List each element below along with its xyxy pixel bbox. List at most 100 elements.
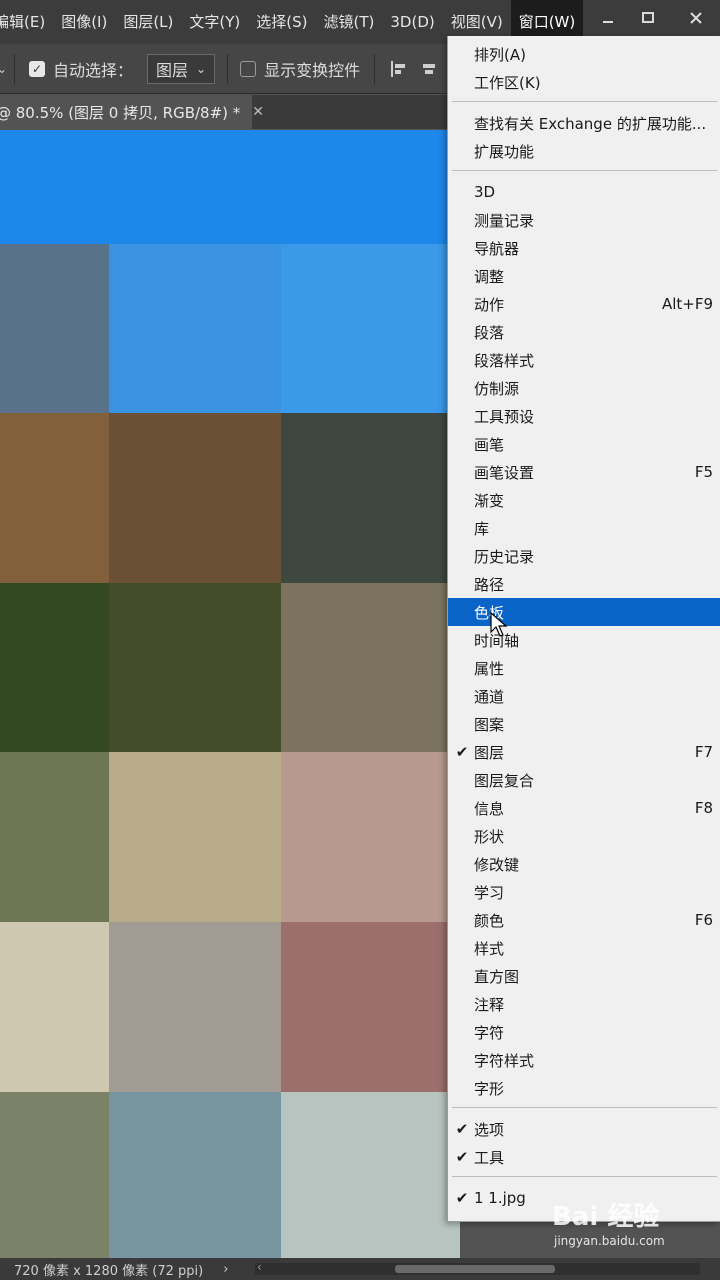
menu-item-label: 图层复合 bbox=[474, 771, 535, 790]
menu-item-label: 选项 bbox=[474, 1120, 505, 1139]
color-swatch-cell bbox=[281, 1092, 460, 1260]
color-swatch-cell bbox=[281, 922, 460, 1092]
window-menu-item[interactable]: ✔ 工具 bbox=[448, 1143, 720, 1171]
menu-item[interactable]: 选择(S) bbox=[248, 0, 315, 44]
document-tab[interactable]: @ 80.5% (图层 0 拷贝, RGB/8#) * ✕ bbox=[0, 95, 264, 129]
chevron-down-icon: ⌄ bbox=[196, 61, 207, 76]
menu-item-label: 工作区(K) bbox=[474, 73, 541, 92]
window-menu-item[interactable]: 直方图 bbox=[448, 962, 720, 990]
color-swatch-cell bbox=[281, 583, 460, 752]
window-menu-item[interactable]: 样式 bbox=[448, 934, 720, 962]
menu-item[interactable]: 图像(I) bbox=[53, 0, 115, 44]
document-tab-title: @ 80.5% (图层 0 拷贝, RGB/8#) * bbox=[0, 103, 241, 122]
minimize-icon[interactable] bbox=[588, 0, 628, 36]
menu-item-label: 图层 bbox=[474, 743, 505, 762]
window-menu-item[interactable]: 学习 bbox=[448, 878, 720, 906]
window-menu-item[interactable]: 属性 bbox=[448, 654, 720, 682]
menu-item-label: 段落样式 bbox=[474, 351, 535, 370]
color-swatch-cell bbox=[109, 244, 281, 413]
window-menu-item[interactable]: ✔ 图层 F7 bbox=[448, 738, 720, 766]
window-menu-item[interactable]: 扩展功能 bbox=[448, 137, 720, 165]
window-menu-item[interactable]: 画笔 bbox=[448, 430, 720, 458]
menu-separator bbox=[452, 170, 717, 171]
canvas[interactable] bbox=[0, 130, 460, 1260]
menu-item[interactable]: 3D(D) bbox=[382, 0, 442, 44]
menu-item-label: 动作 bbox=[474, 295, 505, 314]
auto-select-checkbox[interactable]: ✓ bbox=[29, 60, 45, 77]
menu-item-label: 修改键 bbox=[474, 855, 520, 874]
color-swatch-cell bbox=[0, 752, 109, 922]
window-menu-item[interactable]: 排列(A) bbox=[448, 40, 720, 68]
window-menu-item[interactable]: 工作区(K) bbox=[448, 68, 720, 96]
window-menu-item[interactable]: 形状 bbox=[448, 822, 720, 850]
window-menu-item[interactable]: 工具预设 bbox=[448, 402, 720, 430]
window-menu-item[interactable]: 调整 bbox=[448, 262, 720, 290]
menu-item[interactable]: 编辑(E) bbox=[0, 0, 53, 44]
window-menu-item[interactable]: 仿制源 bbox=[448, 374, 720, 402]
window-menu-item[interactable]: 导航器 bbox=[448, 234, 720, 262]
color-swatch-cell bbox=[109, 413, 281, 583]
menu-item[interactable]: 滤镜(T) bbox=[316, 0, 383, 44]
window-menu-item[interactable]: 通道 bbox=[448, 682, 720, 710]
menu-item-label: 工具预设 bbox=[474, 407, 535, 426]
chevron-right-icon[interactable]: › bbox=[223, 1262, 228, 1277]
menu-item-label: 字符样式 bbox=[474, 1051, 535, 1070]
window-menu-item[interactable]: 字符 bbox=[448, 1018, 720, 1046]
window-menu-item[interactable]: 段落 bbox=[448, 318, 720, 346]
window-menu-item[interactable]: 查找有关 Exchange 的扩展功能... bbox=[448, 109, 720, 137]
menu-item-label: 属性 bbox=[474, 659, 505, 678]
window-menu-item[interactable]: 3D bbox=[448, 178, 720, 206]
show-transform-checkbox[interactable] bbox=[240, 60, 257, 77]
color-swatch-cell bbox=[281, 130, 460, 244]
scrollbar-thumb[interactable] bbox=[395, 1265, 555, 1273]
menu-item-label: 字符 bbox=[474, 1023, 505, 1042]
window-menu-item[interactable]: 字符样式 bbox=[448, 1046, 720, 1074]
window-menu-item[interactable]: 历史记录 bbox=[448, 542, 720, 570]
chevron-down-icon[interactable]: ⌄ bbox=[0, 62, 8, 76]
window-menu-item[interactable]: 颜色 F6 bbox=[448, 906, 720, 934]
checkmark-icon: ✔ bbox=[455, 743, 469, 761]
window-menu-item[interactable]: 字形 bbox=[448, 1074, 720, 1102]
window-menu-item[interactable]: 测量记录 bbox=[448, 206, 720, 234]
menu-item-label: 画笔设置 bbox=[474, 463, 535, 482]
divider bbox=[227, 53, 229, 84]
horizontal-scrollbar[interactable]: ‹ bbox=[255, 1260, 700, 1275]
menu-item-label: 样式 bbox=[474, 939, 505, 958]
chevron-left-icon[interactable]: ‹ bbox=[257, 1260, 262, 1274]
show-transform-label: 显示变换控件 bbox=[264, 60, 361, 80]
color-swatch-cell bbox=[0, 130, 109, 244]
color-swatch-cell bbox=[0, 413, 109, 583]
align-center-icon[interactable] bbox=[419, 59, 439, 79]
close-tab-icon[interactable]: ✕ bbox=[252, 104, 264, 120]
window-menu-item[interactable]: 动作 Alt+F9 bbox=[448, 290, 720, 318]
window-menu-item[interactable]: 画笔设置 F5 bbox=[448, 458, 720, 486]
menu-item-label: 工具 bbox=[474, 1148, 505, 1167]
window-menu-item[interactable]: 图案 bbox=[448, 710, 720, 738]
maximize-icon[interactable] bbox=[628, 0, 668, 36]
auto-select-target-dropdown[interactable]: 图层 ⌄ bbox=[147, 53, 216, 84]
menu-item-label: 字形 bbox=[474, 1079, 505, 1098]
menu-item-label: 历史记录 bbox=[474, 547, 535, 566]
watermark-url: jingyan.baidu.com bbox=[554, 1234, 665, 1248]
menu-item-label: 画笔 bbox=[474, 435, 505, 454]
window-menu-item[interactable]: 渐变 bbox=[448, 486, 720, 514]
watermark-logo-text: Bai 经验 bbox=[552, 1202, 660, 1232]
color-swatch-cell bbox=[109, 922, 281, 1092]
menu-item[interactable]: 文字(Y) bbox=[181, 0, 248, 44]
window-menu-item[interactable]: 库 bbox=[448, 514, 720, 542]
menu-item-shortcut: F8 bbox=[694, 799, 713, 817]
window-menu-item[interactable]: 修改键 bbox=[448, 850, 720, 878]
close-window-icon[interactable] bbox=[676, 0, 716, 36]
menu-separator bbox=[452, 101, 717, 102]
auto-select-label: 自动选择： bbox=[53, 60, 134, 80]
window-menu-item[interactable]: 段落样式 bbox=[448, 346, 720, 374]
menu-item[interactable]: 图层(L) bbox=[115, 0, 181, 44]
window-menu-item[interactable]: 信息 F8 bbox=[448, 794, 720, 822]
color-swatch-cell bbox=[281, 413, 460, 583]
menu-separator bbox=[452, 1176, 717, 1177]
window-menu-item[interactable]: 图层复合 bbox=[448, 766, 720, 794]
window-menu-item[interactable]: 注释 bbox=[448, 990, 720, 1018]
window-menu-item[interactable]: 路径 bbox=[448, 570, 720, 598]
align-left-icon[interactable] bbox=[389, 59, 409, 79]
window-menu-item[interactable]: ✔ 选项 bbox=[448, 1115, 720, 1143]
